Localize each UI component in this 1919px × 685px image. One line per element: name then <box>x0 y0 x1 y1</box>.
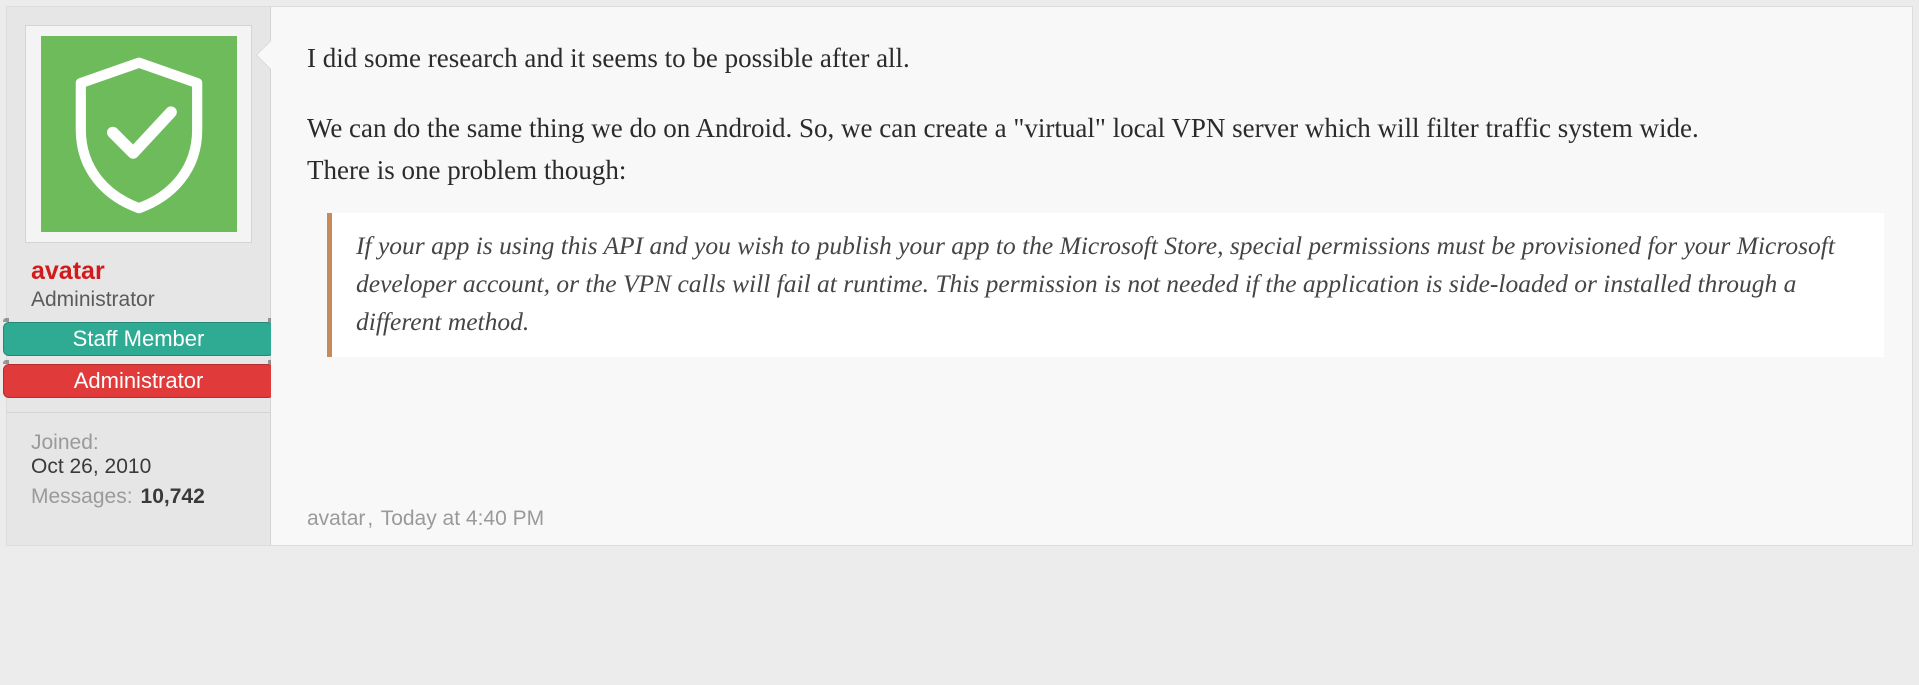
post-footer: avatar, Today at 4:40 PM <box>307 507 1884 531</box>
user-stats: Joined: Oct 26, 2010 Messages: 10,742 <box>7 412 270 509</box>
post-timestamp-link[interactable]: Today at 4:40 PM <box>381 507 544 530</box>
username-link[interactable]: avatar <box>7 257 270 286</box>
post-paragraph: We can do the same thing we do on Androi… <box>307 107 1884 149</box>
avatar[interactable] <box>25 25 252 243</box>
post-content-column: I did some research and it seems to be p… <box>271 7 1912 545</box>
quote-block: If your app is using this API and you wi… <box>327 213 1884 356</box>
forum-post: avatar Administrator Staff Member Admini… <box>6 6 1913 546</box>
post-paragraph: I did some research and it seems to be p… <box>307 37 1884 79</box>
badge-administrator: Administrator <box>3 364 274 398</box>
post-paragraph: There is one problem though: <box>307 149 1884 191</box>
joined-value: Oct 26, 2010 <box>31 455 246 479</box>
user-title: Administrator <box>7 288 270 312</box>
shield-check-icon <box>41 36 237 232</box>
joined-label: Joined: <box>31 431 246 455</box>
post-author-link[interactable]: avatar <box>307 507 365 530</box>
speech-arrow-icon <box>257 41 271 69</box>
messages-label: Messages: <box>31 485 133 508</box>
post-body: I did some research and it seems to be p… <box>307 37 1884 483</box>
badge-staff-member: Staff Member <box>3 322 274 356</box>
messages-value[interactable]: 10,742 <box>141 485 205 508</box>
user-info-column: avatar Administrator Staff Member Admini… <box>7 7 271 545</box>
